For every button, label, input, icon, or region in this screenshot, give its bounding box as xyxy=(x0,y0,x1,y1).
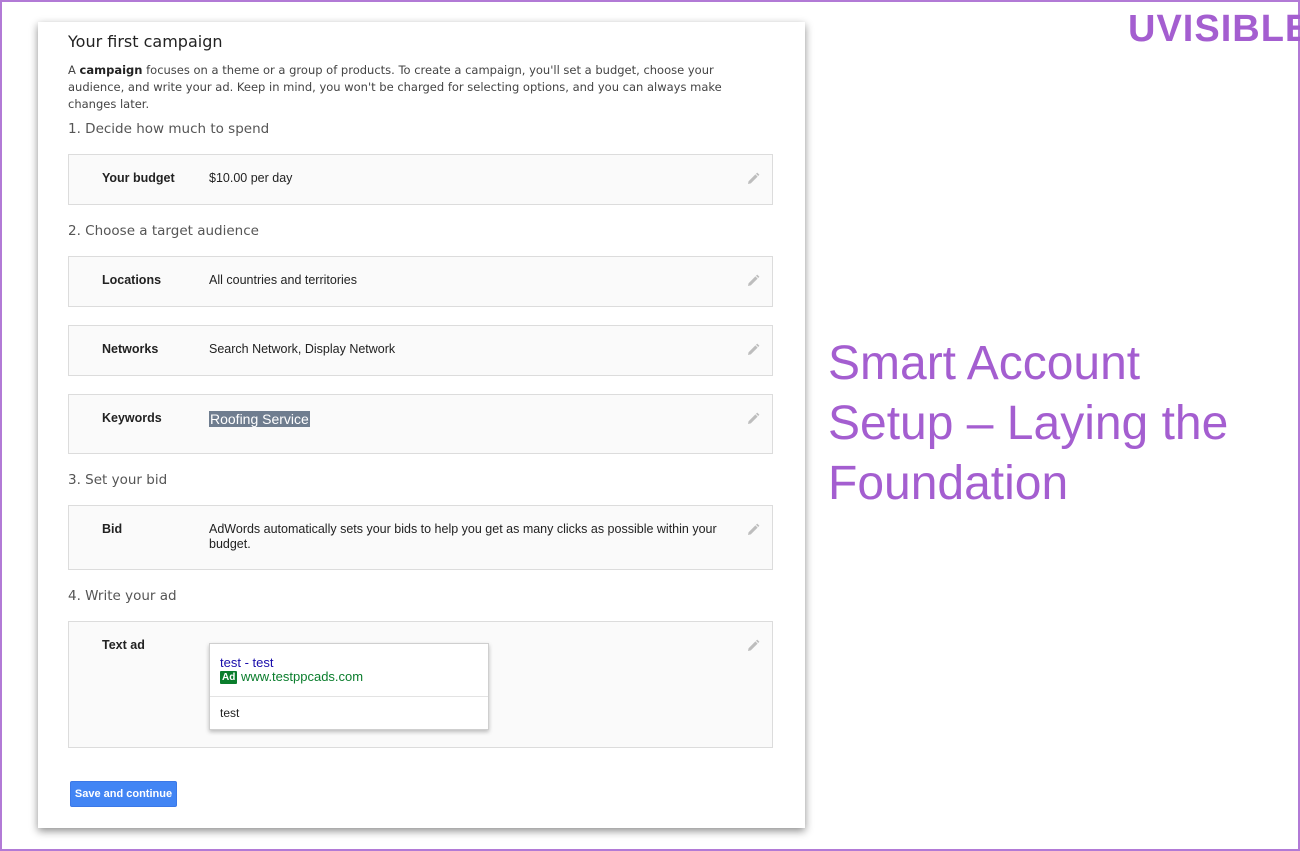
logo-text: UVISIBLE xyxy=(1128,8,1300,50)
budget-value: $10.00 per day xyxy=(209,171,293,185)
keyword-highlight: Roofing Service xyxy=(209,411,310,427)
campaign-setup-panel: Your first campaign A campaign focuses o… xyxy=(38,22,805,828)
save-and-continue-button[interactable]: Save and continue xyxy=(70,781,177,807)
ad-description: test xyxy=(220,706,240,720)
networks-value: Search Network, Display Network xyxy=(209,342,396,356)
pencil-icon[interactable] xyxy=(746,523,760,537)
slide-headline: Smart Account Setup – Laying the Foundat… xyxy=(828,337,1229,510)
step-ad-heading: 4. Write your ad xyxy=(68,588,177,604)
step-budget-heading: 1. Decide how much to spend xyxy=(68,121,270,137)
networks-label: Networks xyxy=(102,342,159,356)
step-bid-heading: 3. Set your bid xyxy=(68,472,168,488)
page-title: Your first campaign xyxy=(68,32,223,51)
pencil-icon[interactable] xyxy=(746,412,760,426)
uvisible-logo: UVISIBLE xyxy=(1128,8,1300,51)
locations-row[interactable]: Locations All countries and territories xyxy=(68,256,773,307)
keywords-label: Keywords xyxy=(102,411,162,425)
intro-text: A campaign focuses on a theme or a group… xyxy=(68,63,722,111)
locations-label: Locations xyxy=(102,273,162,287)
text-ad-row[interactable]: Text ad test - test Ad www.testppcads.co… xyxy=(68,621,773,748)
networks-row[interactable]: Networks Search Network, Display Network xyxy=(68,325,773,376)
bid-value: AdWords automatically sets your bids to … xyxy=(209,522,717,551)
pencil-icon[interactable] xyxy=(746,343,760,357)
pencil-icon[interactable] xyxy=(746,274,760,288)
bid-label: Bid xyxy=(102,522,123,536)
pencil-icon[interactable] xyxy=(746,172,760,186)
budget-label: Your budget xyxy=(102,171,175,185)
pencil-icon[interactable] xyxy=(746,639,760,653)
keywords-row[interactable]: Keywords Roofing Service xyxy=(68,394,773,454)
ad-headline: test - test xyxy=(220,655,274,670)
step-audience-heading: 2. Choose a target audience xyxy=(68,223,259,239)
text-ad-label: Text ad xyxy=(102,638,145,652)
budget-row[interactable]: Your budget $10.00 per day xyxy=(68,154,773,205)
ad-divider xyxy=(210,696,488,697)
ad-badge: Ad xyxy=(220,671,238,684)
intro-bold-term: campaign xyxy=(79,63,143,77)
ad-display-url: www.testppcads.com xyxy=(241,669,364,684)
locations-value: All countries and territories xyxy=(209,273,357,287)
ad-preview-card: test - test Ad www.testppcads.com test xyxy=(209,643,489,730)
keywords-value: Roofing Service xyxy=(209,411,729,428)
bid-row[interactable]: Bid AdWords automatically sets your bids… xyxy=(68,505,773,570)
